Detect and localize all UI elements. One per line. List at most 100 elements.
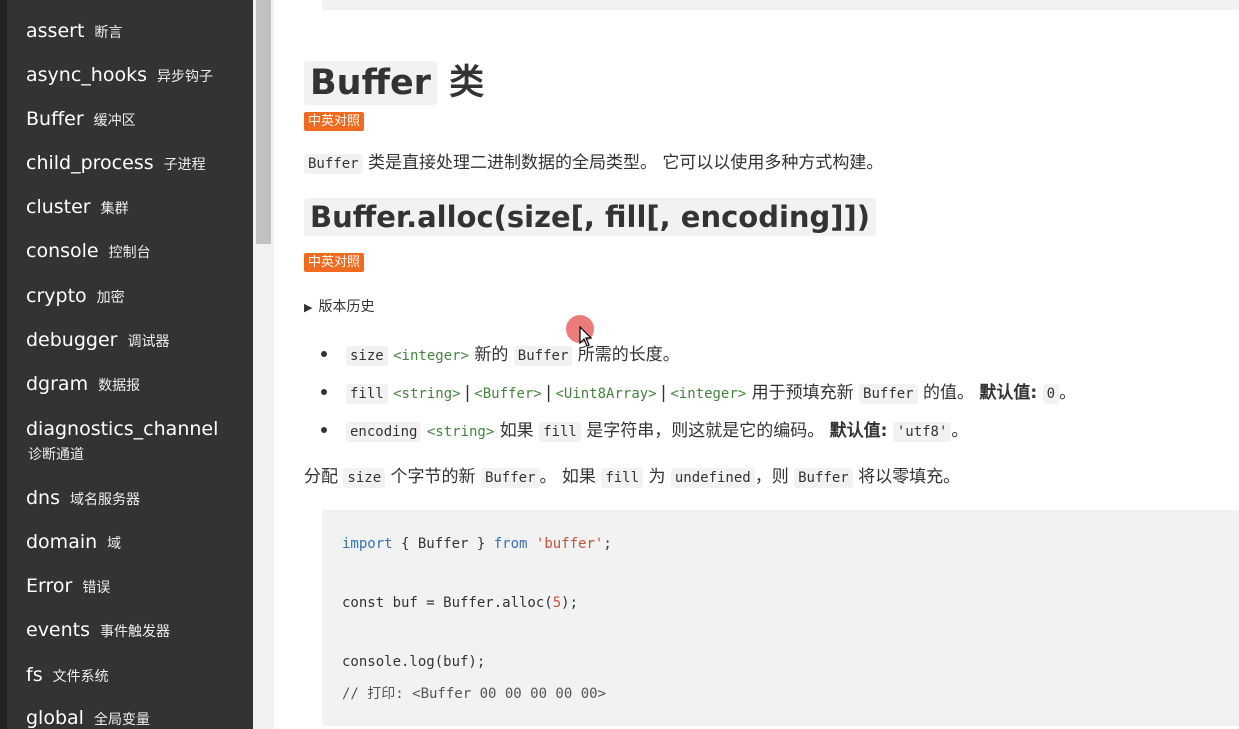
code-number: 5 [552,595,562,611]
sidebar-item-sublabel: 事件触发器 [100,624,171,640]
code-text: const buf = Buffer.alloc( [342,595,553,611]
summary-text: ，则 [754,467,789,487]
param-name: encoding [346,422,422,442]
triangle-right-icon: ▶ [304,301,313,314]
sidebar-item-global[interactable]: global 全局变量 [26,707,150,729]
param-text: 是字符串，则这就是它的编码。 [586,421,825,441]
mouse-pointer-icon [579,326,593,347]
param-name: size [346,346,388,366]
sidebar-item-console[interactable]: console 控制台 [26,240,151,262]
sidebar-item-label: global [26,707,84,729]
inline-code: fill [539,422,581,442]
sidebar-item-dgram[interactable]: dgram 数据报 [26,373,140,395]
code-comment: // 打印: <Buffer 00 00 00 00 00> [342,686,607,702]
sidebar-item-sublabel: 集群 [100,201,129,217]
sidebar-item-buffer[interactable]: Buffer 缓冲区 [26,108,136,130]
sidebar-item-sublabel: 诊断通道 [28,447,84,463]
sidebar-item-fs[interactable]: fs 文件系统 [26,664,109,686]
sidebar-item-label: dgram [26,373,89,395]
class-heading-code: Buffer [304,61,437,105]
sidebar-item-label: fs [26,664,43,686]
inline-code: Buffer [480,468,540,488]
sidebar-item-sublabel: 域名服务器 [70,492,141,508]
summary-text: 分配 [304,467,338,487]
method-compare-badge[interactable]: 中英对照 [304,253,365,272]
param-text: 。 [1059,383,1077,403]
sidebar-item-label: debugger [26,329,118,351]
type-separator: | [545,383,552,403]
param-name: fill [346,384,388,404]
sidebar: assert 断言 async_hooks 异步钩子 Buffer 缓冲区 child… [0,0,253,729]
type-link[interactable]: <string> [393,386,460,402]
sidebar-item-cluster[interactable]: cluster 集群 [26,196,129,218]
sidebar-item-assert[interactable]: assert 断言 [26,20,122,42]
class-description: Buffer 类是直接处理二进制数据的全局类型。 它可以以使用多种方式构建。 [304,148,884,174]
sidebar-item-sublabel: 调试器 [127,334,170,350]
code-keyword: import [342,536,393,552]
inline-code: Buffer [859,384,918,404]
sidebar-item-sublabel: 域 [107,536,122,552]
sidebar-item-crypto[interactable]: crypto 加密 [26,285,125,307]
type-separator: | [464,383,471,403]
sidebar-item-sublabel: 错误 [82,580,111,596]
default-value: 0 [1042,384,1060,404]
code-line: const buf = Buffer.alloc(5); [342,595,578,611]
param-text: 用于预填充新 [751,383,854,403]
sidebar-item-async-hooks[interactable]: async_hooks 异步钩子 [26,64,213,86]
sidebar-item-sublabel: 子进程 [163,157,206,173]
sidebar-item-child-process[interactable]: child_process 子进程 [26,152,206,174]
version-history-label: 版本历史 [318,299,375,315]
compare-badge[interactable]: 中英对照 [304,112,365,131]
param-text: 的值。 [923,383,975,403]
scrollbar-thumb[interactable] [256,0,271,244]
sidebar-scrollbar[interactable] [253,0,274,729]
default-label: 默认值: [829,421,888,441]
sidebar-item-sublabel: 数据报 [98,378,141,394]
inline-code: Buffer [304,154,363,174]
summary-text: 个字节的新 [390,467,476,487]
sidebar-item-label: child_process [26,152,154,174]
method-heading-code: Buffer.alloc(size[, fill[, encoding]]) [304,198,877,236]
type-link[interactable]: <Uint8Array> [555,386,656,402]
sidebar-item-label: assert [26,20,85,42]
code-line: console.log(buf); [342,654,486,670]
type-link[interactable]: <integer> [393,348,469,364]
sidebar-item-label: dns [26,487,61,509]
inline-code: undefined [670,468,755,488]
class-heading: Buffer 类 [304,54,484,105]
type-separator: | [660,383,667,403]
sidebar-item-events[interactable]: events 事件触发器 [26,619,170,641]
sidebar-item-sublabel: 断言 [94,25,123,41]
inline-code: fill [601,468,644,488]
type-link[interactable]: <Buffer> [474,386,541,402]
code-example: import { Buffer } from 'buffer'; const b… [322,510,1239,726]
sidebar-edge [0,0,7,729]
code-text: ; [603,536,612,552]
default-label: 默认值: [979,383,1038,403]
sidebar-item-label: crypto [26,285,87,307]
param-text: 新的 [474,345,509,365]
sidebar-item-domain[interactable]: domain 域 [26,531,121,553]
class-heading-suffix: 类 [449,63,485,103]
sidebar-item-diagnostics-channel[interactable]: diagnostics_channel 诊断通道 [26,418,218,464]
sidebar-item-sublabel: 加密 [96,290,125,306]
alloc-summary: 分配 size 个字节的新 Buffer。 如果 fill 为 undefine… [304,462,960,488]
type-link[interactable]: <string> [427,424,494,440]
sidebar-item-debugger[interactable]: debugger 调试器 [26,329,169,351]
inline-code: Buffer [794,468,853,488]
description-text: 类是直接处理二进制数据的全局类型。 它可以以使用多种方式构建。 [367,153,884,173]
sidebar-item-label: async_hooks [26,64,147,86]
code-keyword: from [493,536,528,552]
type-link[interactable]: <integer> [670,386,746,402]
sidebar-item-sublabel: 异步钩子 [156,69,213,85]
code-text: { Buffer } [392,536,494,552]
main-content: Buffer 类 中英对照 Buffer 类是直接处理二进制数据的全局类型。 它… [275,0,1239,729]
method-heading: Buffer.alloc(size[, fill[, encoding]]) [304,198,877,236]
summary-text: 为 [648,467,666,487]
sidebar-item-label: events [26,619,91,641]
code-line: import { Buffer } from 'buffer'; [342,536,612,552]
sidebar-item-dns[interactable]: dns 域名服务器 [26,487,140,509]
sidebar-item-error[interactable]: Error 错误 [26,575,110,597]
param-text: 如果 [499,421,534,441]
version-history-toggle[interactable]: ▶ 版本历史 [304,296,374,316]
